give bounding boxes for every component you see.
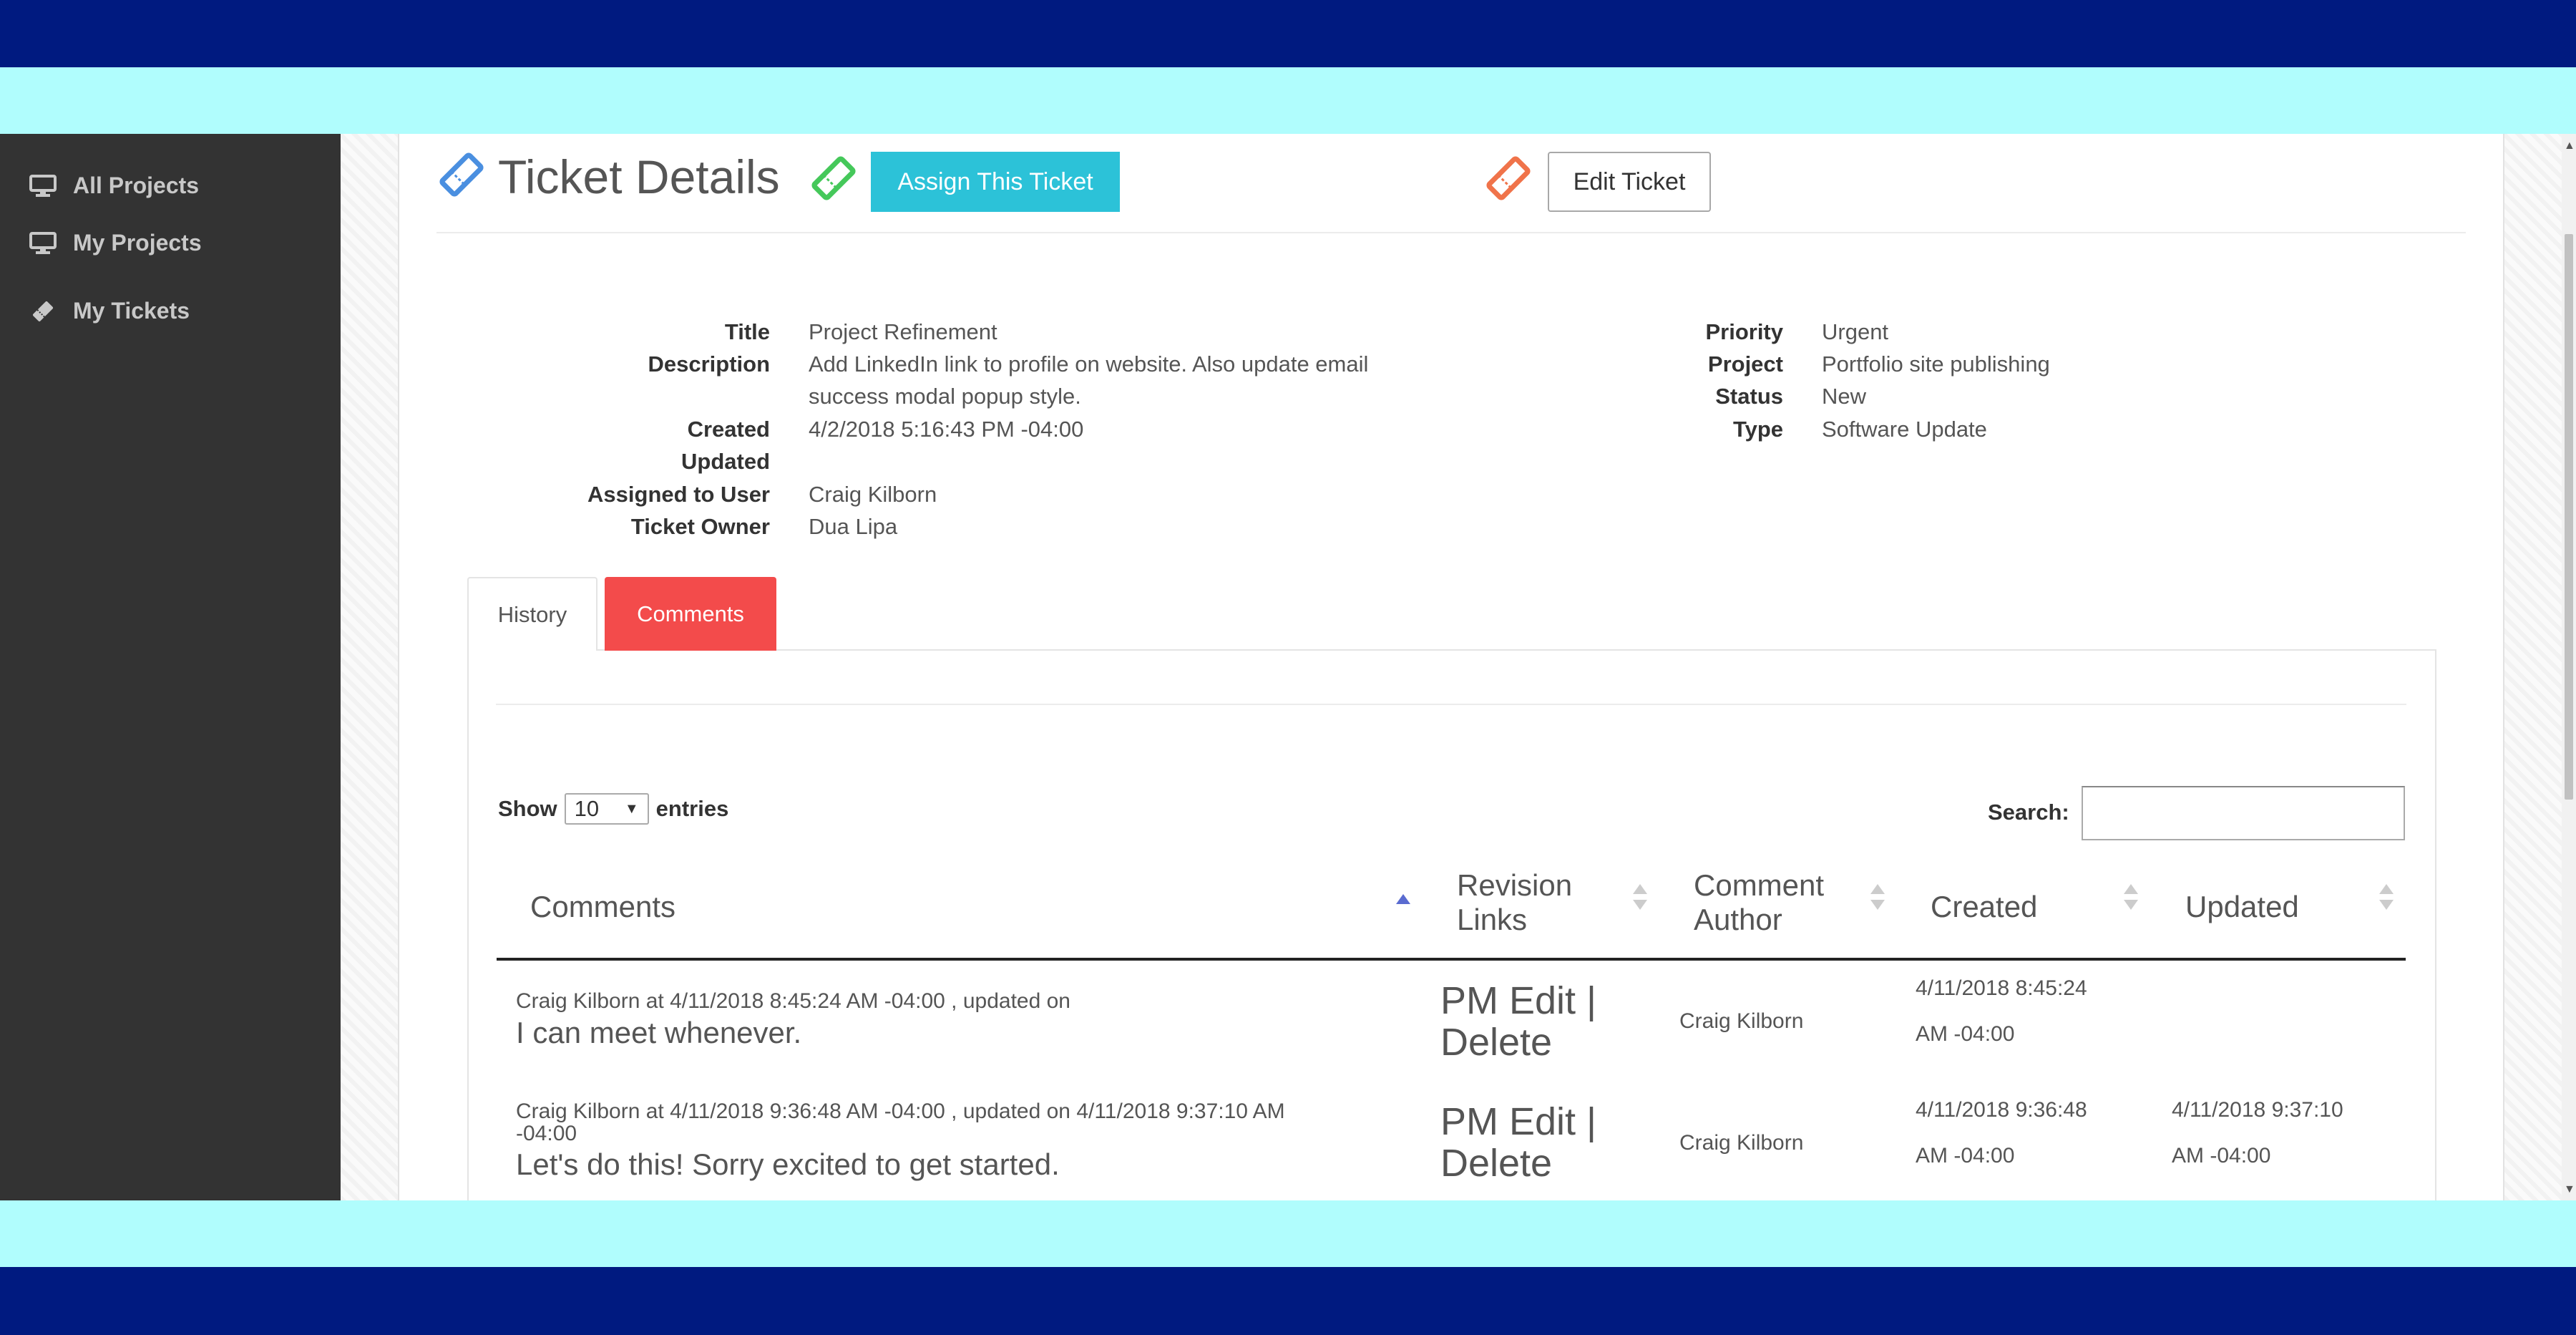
detail-value-status: New: [1822, 384, 1867, 409]
main-content: Ticket Details Assign This Ticket Edit T…: [401, 134, 2502, 1200]
comment-created: 4/11/2018 9:36:48 AM -04:00: [1916, 1087, 2087, 1179]
sidebar-item-all-projects[interactable]: All Projects: [29, 173, 199, 199]
column-header-label: Comments: [530, 890, 676, 923]
column-header-label: Comment: [1694, 868, 1825, 902]
detail-label-status: Status: [1715, 384, 1783, 409]
sort-icon[interactable]: [2122, 881, 2140, 916]
detail-label-project: Project: [1707, 351, 1783, 377]
detail-label-description: Description: [648, 351, 770, 377]
entries-label: entries: [655, 796, 729, 821]
column-header-comment-author[interactable]: Comment Author: [1694, 868, 1824, 937]
bottom-border-light: [0, 1200, 2576, 1267]
sidebar-item-label: All Projects: [73, 173, 200, 198]
revision-delete-link[interactable]: Delete: [1440, 1142, 1596, 1184]
edit-ticket-button[interactable]: Edit Ticket: [1548, 152, 1711, 212]
scroll-up-icon[interactable]: ▲: [2564, 140, 2575, 152]
detail-label-type: Type: [1732, 417, 1783, 442]
search-input[interactable]: [2082, 786, 2405, 840]
comment-created-line: 4/11/2018 9:36:48: [1916, 1098, 2087, 1122]
column-header-label: Author: [1694, 903, 1782, 936]
comment-created-line: 4/11/2018 8:45:24: [1916, 976, 2087, 1000]
bottom-border-dark: [0, 1267, 2576, 1335]
column-header-label: Links: [1457, 903, 1528, 936]
top-border-dark: [0, 0, 2576, 67]
ticket-icon: [1483, 153, 1533, 207]
comment-author: Craig Kilborn: [1679, 1131, 1804, 1155]
background-pattern-right: [2503, 134, 2562, 1200]
column-header-updated[interactable]: Updated: [2185, 890, 2299, 924]
detail-label-priority: Priority: [1705, 319, 1783, 344]
revision-links[interactable]: PM Edit | Delete: [1440, 980, 1596, 1063]
column-header-revision-links[interactable]: Revision Links: [1457, 868, 1572, 937]
page-title: Ticket Details: [498, 150, 780, 203]
comment-meta: Craig Kilborn at 4/11/2018 9:36:48 AM -0…: [516, 1099, 1285, 1123]
detail-label-assigned-user: Assigned to User: [587, 482, 770, 507]
column-header-label: Created: [1931, 890, 2038, 923]
ticket-icon: [29, 299, 57, 324]
sort-asc-icon[interactable]: [1395, 890, 1412, 911]
tab-history[interactable]: History: [467, 577, 597, 651]
comment-created: 4/11/2018 8:45:24 AM -04:00: [1916, 966, 2087, 1057]
comment-created-line: AM -04:00: [1916, 1144, 2015, 1167]
monitor-icon: [29, 231, 57, 256]
detail-value-priority: Urgent: [1822, 319, 1889, 344]
revision-edit-link[interactable]: PM Edit |: [1440, 1101, 1596, 1142]
comment-updated-line: 4/11/2018 9:37:10: [2172, 1098, 2343, 1122]
column-header-label: Revision: [1457, 868, 1573, 902]
top-border-light: [0, 67, 2576, 134]
show-label: Show: [498, 796, 557, 821]
sort-icon[interactable]: [1631, 881, 1649, 916]
assign-ticket-button[interactable]: Assign This Ticket: [871, 152, 1120, 212]
tab-comments[interactable]: Comments: [605, 577, 776, 651]
revision-delete-link[interactable]: Delete: [1440, 1021, 1596, 1063]
revision-edit-link[interactable]: PM Edit |: [1440, 980, 1596, 1021]
sidebar-item-label: My Tickets: [73, 298, 190, 324]
app-window: All Projects My Projects My Tickets Tick…: [0, 134, 2576, 1200]
dropdown-arrow-icon: ▼: [624, 800, 639, 817]
detail-label-created: Created: [687, 417, 770, 442]
detail-label-title: Title: [724, 319, 770, 344]
detail-value-created: 4/2/2018 5:16:43 PM -04:00: [809, 417, 1084, 442]
scroll-down-icon[interactable]: ▼: [2564, 1183, 2575, 1196]
comment-body: Let's do this! Sorry excited to get star…: [516, 1147, 1060, 1181]
page-size-control: Show 10 ▼ entries: [498, 793, 728, 825]
page-size-value: 10: [574, 796, 600, 821]
comment-author: Craig Kilborn: [1679, 1009, 1804, 1033]
detail-value-project: Portfolio site publishing: [1822, 351, 2050, 377]
column-header-comments[interactable]: Comments: [530, 890, 675, 924]
sidebar-item-my-projects[interactable]: My Projects: [29, 230, 202, 256]
comment-updated: 4/11/2018 9:37:10 AM -04:00: [2172, 1087, 2343, 1179]
sort-icon[interactable]: [1868, 881, 1887, 916]
sidebar: All Projects My Projects My Tickets: [0, 134, 341, 1200]
revision-links[interactable]: PM Edit | Delete: [1440, 1101, 1596, 1184]
column-header-created[interactable]: Created: [1931, 890, 2037, 924]
detail-value-title: Project Refinement: [809, 319, 997, 344]
detail-label-ticket-owner: Ticket Owner: [630, 514, 770, 539]
column-header-label: Updated: [2185, 890, 2299, 923]
comment-body: I can meet whenever.: [516, 1016, 802, 1049]
detail-label-updated: Updated: [681, 449, 770, 474]
detail-value-type: Software Update: [1822, 417, 1987, 442]
ticket-icon: [436, 150, 487, 203]
monitor-icon: [29, 174, 57, 198]
table-header-divider: [497, 958, 2406, 961]
sidebar-item-my-tickets[interactable]: My Tickets: [29, 298, 190, 324]
sidebar-item-label: My Projects: [73, 230, 202, 256]
sort-icon[interactable]: [2377, 881, 2396, 916]
detail-value-assigned-user: Craig Kilborn: [809, 482, 937, 507]
header-divider: [436, 232, 2466, 233]
comment-meta-cont: -04:00: [516, 1122, 577, 1145]
comment-updated-line: AM -04:00: [2172, 1144, 2271, 1167]
scrollbar-thumb[interactable]: [2565, 234, 2573, 800]
panel-divider: [496, 704, 2406, 705]
detail-value-description: Add LinkedIn link to profile on website.…: [809, 351, 1369, 377]
comment-created-line: AM -04:00: [1916, 1022, 2015, 1046]
comment-meta: Craig Kilborn at 4/11/2018 8:45:24 AM -0…: [516, 989, 1070, 1013]
detail-value-ticket-owner: Dua Lipa: [809, 514, 898, 539]
detail-value-description-cont: success modal popup style.: [809, 384, 1081, 409]
search-label: Search:: [1988, 800, 2069, 825]
page-size-select[interactable]: 10 ▼: [564, 793, 649, 825]
ticket-icon: [809, 153, 859, 207]
background-pattern-left: [341, 134, 399, 1200]
